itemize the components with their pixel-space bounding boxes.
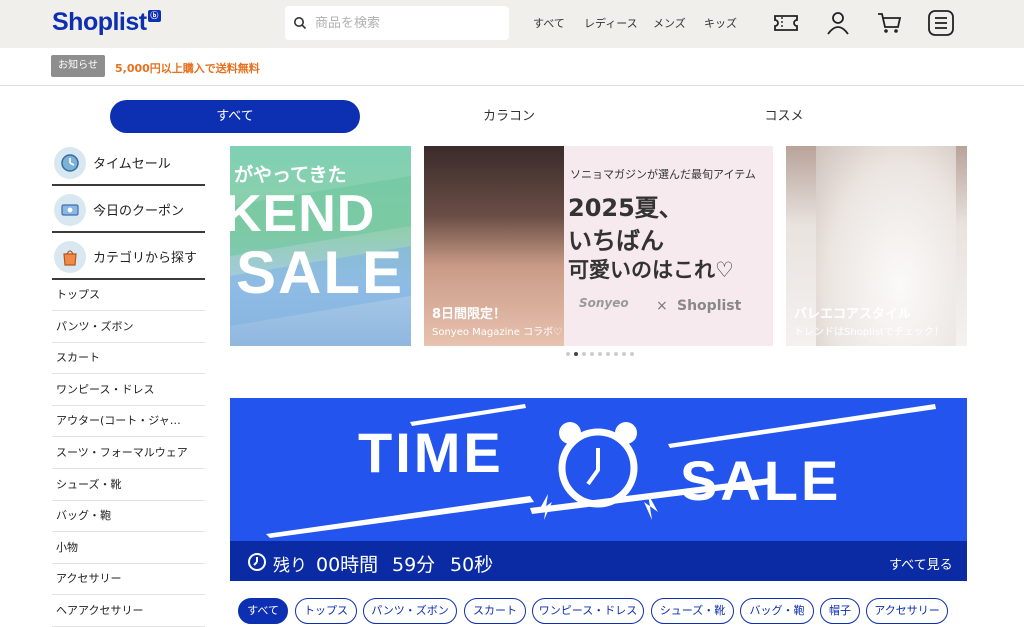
search-box[interactable] — [285, 6, 509, 40]
carousel-dot[interactable] — [630, 352, 634, 356]
site-header: Shoplistⓑ すべて レディース メンズ キッズ — [0, 0, 1024, 48]
time-sale-banner[interactable]: TIME SALE 残り 00時間 59分 50秒 すべて見る — [230, 398, 967, 581]
category-skirt[interactable]: スカート — [52, 342, 205, 374]
category-hair-accessory[interactable]: ヘアアクセサリー — [52, 595, 205, 627]
sidebar-timesale[interactable]: タイムセール — [52, 141, 205, 186]
sidebar-category[interactable]: カテゴリから探す — [52, 235, 205, 280]
category-accessories-small[interactable]: 小物 — [52, 532, 205, 564]
search-icon — [294, 17, 307, 30]
see-all-link[interactable]: すべて見る — [889, 554, 953, 573]
search-input[interactable] — [315, 15, 495, 31]
banner-balletcore[interactable]: バレエコアスタイル トレンドはShoplistでチェック！ — [786, 146, 967, 346]
tab-all[interactable]: すべて — [110, 100, 360, 133]
tab-cosme[interactable]: コスメ — [659, 100, 909, 133]
time-sale-graphic — [266, 404, 936, 538]
chip-shoes[interactable]: シューズ・靴 — [651, 598, 734, 624]
nav-mens[interactable]: メンズ — [653, 15, 686, 31]
shopping-bag-icon — [54, 240, 86, 273]
chip-onepiece[interactable]: ワンピース・ドレス — [532, 598, 644, 624]
user-icon[interactable] — [824, 10, 852, 36]
carousel-dot[interactable] — [598, 352, 602, 356]
chip-accessory[interactable]: アクセサリー — [866, 598, 948, 624]
category-bags[interactable]: バッグ・鞄 — [52, 500, 205, 532]
coupon-icon — [54, 193, 86, 226]
carousel-dot-active[interactable] — [574, 352, 578, 356]
category-outer[interactable]: アウター(コート・ジャ… — [52, 405, 205, 437]
clock-icon — [54, 146, 86, 179]
nav-all[interactable]: すべて — [533, 15, 565, 31]
category-shoes[interactable]: シューズ・靴 — [52, 469, 205, 501]
category-tops[interactable]: トップス — [52, 279, 205, 311]
carousel-dot[interactable] — [590, 352, 594, 356]
chip-bags[interactable]: バッグ・鞄 — [740, 598, 814, 624]
carousel-dot[interactable] — [614, 352, 618, 356]
ticket-icon[interactable] — [772, 10, 800, 36]
category-pants[interactable]: パンツ・ズボン — [52, 311, 205, 343]
carousel-dot[interactable] — [622, 352, 626, 356]
carousel-dots[interactable] — [566, 352, 634, 356]
chip-pants[interactable]: パンツ・ズボン — [363, 598, 457, 624]
time-sale-countdown-bar: 残り 00時間 59分 50秒 すべて見る — [230, 541, 967, 581]
banner-sonyeo-collab[interactable]: ソニョマガジンが選んだ最旬アイテム 2025夏、 いちばん 可愛いのはこれ♡ S… — [424, 146, 773, 346]
carousel-dot[interactable] — [566, 352, 570, 356]
cart-icon[interactable] — [875, 10, 903, 36]
chip-all[interactable]: すべて — [238, 598, 288, 624]
tab-colorcon[interactable]: カラコン — [384, 100, 634, 133]
free-shipping-notice[interactable]: 5,000円以上購入で送料無料 — [115, 60, 260, 76]
shoplist-logo[interactable]: Shoplist ⓑ — [52, 8, 161, 37]
chip-tops[interactable]: トップス — [295, 598, 357, 624]
carousel-dot[interactable] — [582, 352, 586, 356]
sidebar-coupon[interactable]: 今日のクーポン — [52, 188, 205, 233]
carousel-dot[interactable] — [606, 352, 610, 356]
chip-hat[interactable]: 帽子 — [820, 598, 860, 624]
category-suits[interactable]: スーツ・フォーマルウェア — [52, 437, 205, 469]
chip-skirt[interactable]: スカート — [464, 598, 526, 624]
category-onepiece[interactable]: ワンピース・ドレス — [52, 374, 205, 406]
menu-icon[interactable] — [927, 10, 955, 36]
nav-ladies[interactable]: レディース — [584, 15, 638, 31]
notice-badge: お知らせ — [51, 55, 105, 77]
notice-bar: お知らせ 5,000円以上購入で送料無料 — [0, 48, 1024, 86]
banner-weekend-sale[interactable]: がやってきた KEND SALE — [230, 146, 411, 346]
nav-kids[interactable]: キッズ — [704, 15, 737, 31]
clock-icon — [248, 553, 266, 571]
category-accessory[interactable]: アクセサリー — [52, 563, 205, 595]
